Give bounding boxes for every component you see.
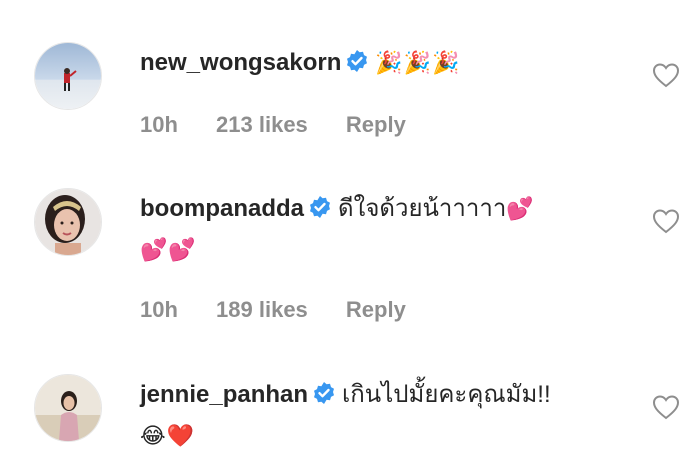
username-link[interactable]: new_wongsakorn: [140, 49, 341, 76]
avatar[interactable]: [34, 374, 102, 442]
like-heart-icon[interactable]: [652, 208, 680, 234]
tears-of-joy-icon: 😂❤️: [140, 423, 196, 448]
verified-badge-icon: [308, 195, 332, 229]
verified-badge-icon: [345, 49, 369, 83]
avatar[interactable]: [34, 42, 102, 110]
comment-text: ดีใจด้วยน้าาาาา: [338, 195, 507, 222]
reply-button[interactable]: Reply: [346, 112, 406, 137]
username-link[interactable]: jennie_panhan: [140, 381, 308, 408]
username-link[interactable]: boompanadda: [140, 195, 304, 222]
timestamp: 10h: [140, 297, 178, 322]
likes-count[interactable]: 189 likes: [216, 297, 308, 322]
timestamp: 10h: [140, 112, 178, 137]
like-heart-icon[interactable]: [652, 394, 680, 420]
comment-meta: 10h 213 likes Reply: [140, 112, 438, 138]
comment-text-line: jennie_panhan เกินไปมั้ยคะคุณมัม!!: [140, 378, 640, 415]
party-popper-icon: 🎉🎉🎉: [375, 50, 461, 75]
comment-meta: 10h 189 likes Reply: [140, 297, 438, 323]
verified-badge-icon: [312, 381, 336, 415]
comment-text: เกินไปมั้ยคะคุณมัม!!: [342, 381, 551, 408]
likes-count[interactable]: 213 likes: [216, 112, 308, 137]
reply-button[interactable]: Reply: [346, 297, 406, 322]
avatar[interactable]: [34, 188, 102, 256]
comment-text-line: boompanadda ดีใจด้วยน้าาาาา💕: [140, 192, 640, 229]
comment-text-line: new_wongsakorn 🎉🎉🎉: [140, 46, 640, 83]
like-heart-icon[interactable]: [652, 62, 680, 88]
two-hearts-icon: 💕💕: [140, 237, 197, 262]
two-hearts-icon: 💕: [506, 196, 535, 221]
